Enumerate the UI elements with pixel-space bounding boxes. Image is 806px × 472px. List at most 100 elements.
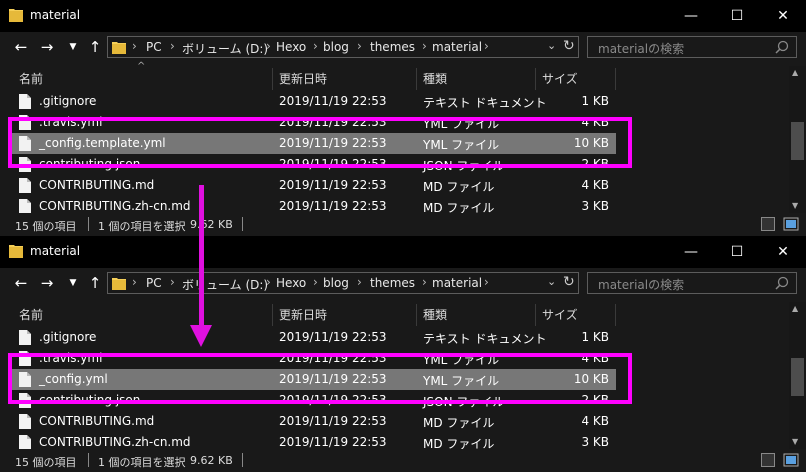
scroll-down-icon[interactable]: ▼ (792, 201, 798, 210)
breadcrumb-material[interactable]: material (432, 40, 482, 54)
selection-size: 9.62 KB (190, 218, 233, 231)
scroll-up-icon[interactable]: ▲ (792, 304, 798, 313)
breadcrumb-separator-icon: › (266, 39, 271, 53)
breadcrumb-drive[interactable]: ボリューム (D:) (182, 40, 268, 57)
file-size: 1 KB (581, 94, 609, 108)
scroll-down-icon[interactable]: ▼ (792, 437, 798, 446)
file-row[interactable]: CONTRIBUTING.md 2019/11/19 22:53 MD ファイル… (12, 175, 616, 196)
column-headers: ^ 名前 更新日時 種類 サイズ (0, 61, 806, 90)
breadcrumb-blog[interactable]: blog (323, 40, 349, 54)
rename-arrow-head-icon (190, 325, 212, 347)
column-header-size[interactable]: サイズ (542, 70, 578, 87)
column-header-name[interactable]: 名前 (19, 70, 43, 87)
item-count: 15 個の項目 (15, 456, 77, 469)
breadcrumb-separator-icon: › (484, 39, 489, 53)
breadcrumb-separator-icon: › (266, 275, 271, 289)
file-name: CONTRIBUTING.zh-cn.md (39, 435, 191, 449)
file-row[interactable]: .gitignore 2019/11/19 22:53 テキスト ドキュメント … (12, 91, 616, 112)
address-bar[interactable]: › PC › ボリューム (D:) › Hexo › blog › themes… (107, 36, 579, 58)
folder-icon (112, 278, 126, 290)
search-box[interactable]: materialの検索 (587, 272, 797, 294)
column-header-type[interactable]: 種類 (423, 70, 447, 87)
status-bar: 15 個の項目 1 個の項目を選択 9.62 KB (0, 449, 806, 472)
breadcrumb-themes[interactable]: themes (370, 40, 415, 54)
column-header-type[interactable]: 種類 (423, 306, 447, 323)
breadcrumb-hexo[interactable]: Hexo (276, 40, 306, 54)
search-icon[interactable] (774, 39, 790, 55)
address-bar[interactable]: › PC › ボリューム (D:) › Hexo › blog › themes… (107, 272, 579, 294)
file-size: 3 KB (581, 199, 609, 213)
file-name: .gitignore (39, 94, 97, 108)
title-bar: material — ☐ ✕ (0, 236, 806, 268)
column-divider[interactable] (272, 304, 273, 326)
file-row[interactable]: .gitignore 2019/11/19 22:53 テキスト ドキュメント … (12, 327, 616, 348)
address-dropdown-icon[interactable]: ⌄ (547, 275, 556, 288)
selection-size: 9.62 KB (190, 454, 233, 467)
highlight-box-before (8, 117, 632, 168)
details-view-icon[interactable] (761, 217, 775, 231)
maximize-button[interactable]: ☐ (714, 0, 760, 32)
sort-ascending-icon: ^ (137, 61, 146, 72)
scrollbar-thumb[interactable] (791, 358, 804, 396)
column-header-name[interactable]: 名前 (19, 306, 43, 323)
scrollbar-thumb[interactable] (791, 122, 804, 160)
file-date: 2019/11/19 22:53 (279, 435, 387, 449)
file-icon (19, 414, 31, 429)
status-bar: 15 個の項目 1 個の項目を選択 9.62 KB (0, 213, 806, 236)
rename-arrow-line (199, 185, 204, 333)
back-arrow-icon[interactable]: ← (10, 37, 32, 57)
details-view-icon[interactable] (761, 453, 775, 467)
forward-arrow-icon[interactable]: → (36, 273, 58, 293)
status-divider (242, 217, 243, 231)
breadcrumb-separator-icon: › (313, 275, 318, 289)
selection-count: 1 個の項目を選択 (98, 456, 186, 469)
breadcrumb-blog[interactable]: blog (323, 276, 349, 290)
recent-locations-chevron-icon[interactable]: ▼ (62, 37, 84, 57)
column-divider[interactable] (416, 68, 417, 90)
minimize-button[interactable]: — (668, 236, 714, 268)
file-name: CONTRIBUTING.md (39, 414, 155, 428)
file-date: 2019/11/19 22:53 (279, 330, 387, 344)
breadcrumb-pc[interactable]: PC (146, 276, 162, 290)
search-box[interactable]: materialの検索 (587, 36, 797, 58)
file-icon (19, 435, 31, 450)
large-icons-view-icon[interactable] (783, 453, 799, 467)
close-button[interactable]: ✕ (760, 236, 806, 268)
large-icons-view-icon[interactable] (783, 217, 799, 231)
breadcrumb-drive[interactable]: ボリューム (D:) (182, 276, 268, 293)
breadcrumb-hexo[interactable]: Hexo (276, 276, 306, 290)
refresh-icon[interactable]: ↻ (563, 274, 575, 290)
column-header-date[interactable]: 更新日時 (279, 70, 327, 87)
up-arrow-icon[interactable]: ↑ (84, 273, 106, 293)
column-divider[interactable] (535, 304, 536, 326)
column-divider[interactable] (416, 304, 417, 326)
column-divider[interactable] (615, 304, 616, 326)
item-count: 15 個の項目 (15, 220, 77, 233)
window-title: material (30, 244, 81, 258)
file-type: MD ファイル (423, 180, 495, 194)
column-divider[interactable] (535, 68, 536, 90)
address-dropdown-icon[interactable]: ⌄ (547, 39, 556, 52)
column-divider[interactable] (615, 68, 616, 90)
file-size: 1 KB (581, 330, 609, 344)
vertical-scrollbar[interactable]: ▲ ▼ (789, 66, 806, 213)
close-button[interactable]: ✕ (760, 0, 806, 32)
file-row[interactable]: CONTRIBUTING.md 2019/11/19 22:53 MD ファイル… (12, 411, 616, 432)
vertical-scrollbar[interactable]: ▲ ▼ (789, 302, 806, 449)
column-header-size[interactable]: サイズ (542, 306, 578, 323)
maximize-button[interactable]: ☐ (714, 236, 760, 268)
breadcrumb-pc[interactable]: PC (146, 40, 162, 54)
column-header-date[interactable]: 更新日時 (279, 306, 327, 323)
file-date: 2019/11/19 22:53 (279, 414, 387, 428)
breadcrumb-themes[interactable]: themes (370, 276, 415, 290)
forward-arrow-icon[interactable]: → (36, 37, 58, 57)
column-divider[interactable] (272, 68, 273, 90)
search-icon[interactable] (774, 275, 790, 291)
recent-locations-chevron-icon[interactable]: ▼ (62, 273, 84, 293)
up-arrow-icon[interactable]: ↑ (84, 37, 106, 57)
breadcrumb-material[interactable]: material (432, 276, 482, 290)
refresh-icon[interactable]: ↻ (563, 38, 575, 54)
scroll-up-icon[interactable]: ▲ (792, 68, 798, 77)
back-arrow-icon[interactable]: ← (10, 273, 32, 293)
minimize-button[interactable]: — (668, 0, 714, 32)
